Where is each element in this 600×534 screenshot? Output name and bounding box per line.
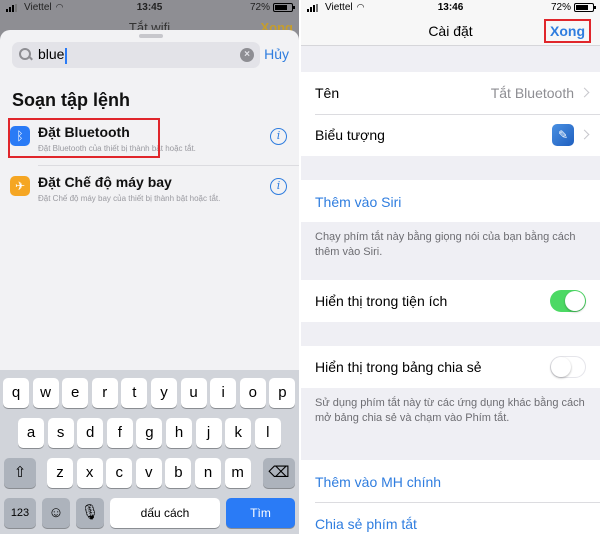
chevron-right-icon bbox=[579, 129, 590, 140]
widget-row: Hiển thị trong tiện ích bbox=[301, 280, 600, 322]
sheet-grabber[interactable] bbox=[139, 34, 163, 38]
key-d[interactable]: d bbox=[77, 418, 104, 448]
right-screen: Viettel ◠ 13:46 72% Cài đặt Xong Tên Tắt… bbox=[301, 0, 600, 534]
cancel-button[interactable]: Hủy bbox=[264, 46, 289, 62]
highlight-box bbox=[8, 118, 160, 158]
actions-group: Thêm vào MH chính Chia sẻ phím tắt bbox=[301, 460, 600, 534]
result-name: Đặt Chế độ máy bay bbox=[38, 174, 172, 190]
key-s[interactable]: s bbox=[47, 418, 74, 448]
key-q[interactable]: q bbox=[3, 378, 29, 408]
search-icon bbox=[18, 47, 34, 63]
space-key[interactable]: dấu cách bbox=[110, 498, 220, 528]
widget-toggle[interactable] bbox=[550, 290, 586, 312]
siri-note: Chạy phím tắt này bằng giọng nói của bạn… bbox=[315, 231, 576, 258]
info-icon[interactable]: i bbox=[270, 178, 287, 195]
name-label: Tên bbox=[315, 85, 340, 101]
name-icon-group: Tên Tắt Bluetooth Biểu tượng ✎ bbox=[301, 72, 600, 156]
key-e[interactable]: e bbox=[62, 378, 89, 408]
key-m[interactable]: m bbox=[224, 458, 251, 488]
share-sheet-toggle[interactable] bbox=[550, 356, 586, 378]
battery-percent: 72% bbox=[550, 2, 571, 13]
left-screen: Viettel ◠ 13:45 72% Tắt wifi Xong blue ×… bbox=[0, 0, 299, 534]
key-t[interactable]: t bbox=[121, 378, 148, 408]
section-title: Soạn tập lệnh bbox=[12, 90, 131, 110]
clear-icon[interactable]: × bbox=[240, 48, 254, 62]
magic-wand-icon: ✎ bbox=[552, 124, 574, 146]
share-note: Sử dụng phím tắt này từ các ứng dụng khá… bbox=[315, 397, 585, 424]
key-f[interactable]: f bbox=[106, 418, 133, 448]
battery-icon bbox=[574, 3, 596, 12]
search-input[interactable]: blue bbox=[38, 46, 64, 62]
add-to-home-link[interactable]: Thêm vào MH chính bbox=[315, 474, 441, 490]
key-j[interactable]: j bbox=[195, 418, 222, 448]
battery-level bbox=[275, 5, 287, 10]
action-search-sheet: blue × Hủy Soạn tập lệnh ᛒ Đặt Bluetooth… bbox=[0, 30, 299, 370]
key-v[interactable]: v bbox=[135, 458, 162, 488]
widget-label: Hiển thị trong tiện ích bbox=[315, 293, 448, 309]
result-subtitle: Đặt Chế độ máy bay của thiết bị thành bậ… bbox=[38, 194, 221, 203]
share-sheet-row: Hiển thị trong bảng chia sẻ bbox=[301, 346, 600, 388]
backspace-key[interactable]: ⌫ bbox=[263, 458, 295, 488]
text-cursor bbox=[65, 47, 68, 64]
navigation-bar: Cài đặt Xong bbox=[301, 16, 600, 46]
emoji-icon[interactable]: ☺ bbox=[42, 498, 70, 528]
key-i[interactable]: i bbox=[210, 378, 237, 408]
key-l[interactable]: l bbox=[254, 418, 281, 448]
battery-level bbox=[576, 5, 588, 10]
key-y[interactable]: y bbox=[151, 378, 177, 408]
key-k[interactable]: k bbox=[225, 418, 252, 448]
shift-key[interactable]: ⇧ bbox=[4, 458, 36, 488]
info-icon[interactable]: i bbox=[270, 128, 287, 145]
microphone-icon[interactable]: 🎙 bbox=[76, 498, 104, 528]
key-n[interactable]: n bbox=[195, 458, 221, 488]
share-sheet-label: Hiển thị trong bảng chia sẻ bbox=[315, 359, 482, 375]
icon-row[interactable]: Biểu tượng ✎ bbox=[301, 114, 600, 156]
key-x[interactable]: x bbox=[76, 458, 103, 488]
key-b[interactable]: b bbox=[165, 458, 192, 488]
share-shortcut-link[interactable]: Chia sẻ phím tắt bbox=[315, 516, 417, 532]
battery-percent: 72% bbox=[249, 2, 270, 13]
result-row-airplane[interactable]: ✈ Đặt Chế độ máy bay Đặt Chế độ máy bay … bbox=[8, 170, 299, 216]
add-to-siri-row[interactable]: Thêm vào Siri bbox=[301, 180, 600, 222]
icon-label: Biểu tượng bbox=[315, 127, 385, 143]
search-field[interactable]: blue × bbox=[12, 42, 260, 68]
key-r[interactable]: r bbox=[91, 378, 118, 408]
name-value: Tắt Bluetooth bbox=[490, 85, 574, 101]
key-z[interactable]: z bbox=[47, 458, 73, 488]
airplane-icon: ✈ bbox=[10, 176, 30, 196]
battery-icon bbox=[273, 3, 295, 12]
key-c[interactable]: c bbox=[106, 458, 133, 488]
add-to-siri-link[interactable]: Thêm vào Siri bbox=[315, 194, 401, 210]
name-row[interactable]: Tên Tắt Bluetooth bbox=[301, 72, 600, 114]
chevron-right-icon bbox=[579, 87, 590, 98]
status-bar: Viettel ◠ 13:46 72% bbox=[301, 0, 600, 16]
key-a[interactable]: a bbox=[18, 418, 44, 448]
key-o[interactable]: o bbox=[239, 378, 266, 408]
key-g[interactable]: g bbox=[136, 418, 163, 448]
key-h[interactable]: h bbox=[166, 418, 192, 448]
key-p[interactable]: p bbox=[269, 378, 296, 408]
key-w[interactable]: w bbox=[32, 378, 59, 408]
numbers-key[interactable]: 123 bbox=[4, 498, 36, 528]
keyboard: qwertyuiop asdfghjkl zxcvbnm ⇧ ⌫ 123 ☺ 🎙 d… bbox=[0, 370, 299, 534]
key-u[interactable]: u bbox=[180, 378, 207, 408]
status-bar: Viettel ◠ 13:45 72% bbox=[0, 0, 299, 16]
search-key[interactable]: Tìm bbox=[226, 498, 295, 528]
done-button[interactable]: Xong bbox=[544, 19, 591, 43]
